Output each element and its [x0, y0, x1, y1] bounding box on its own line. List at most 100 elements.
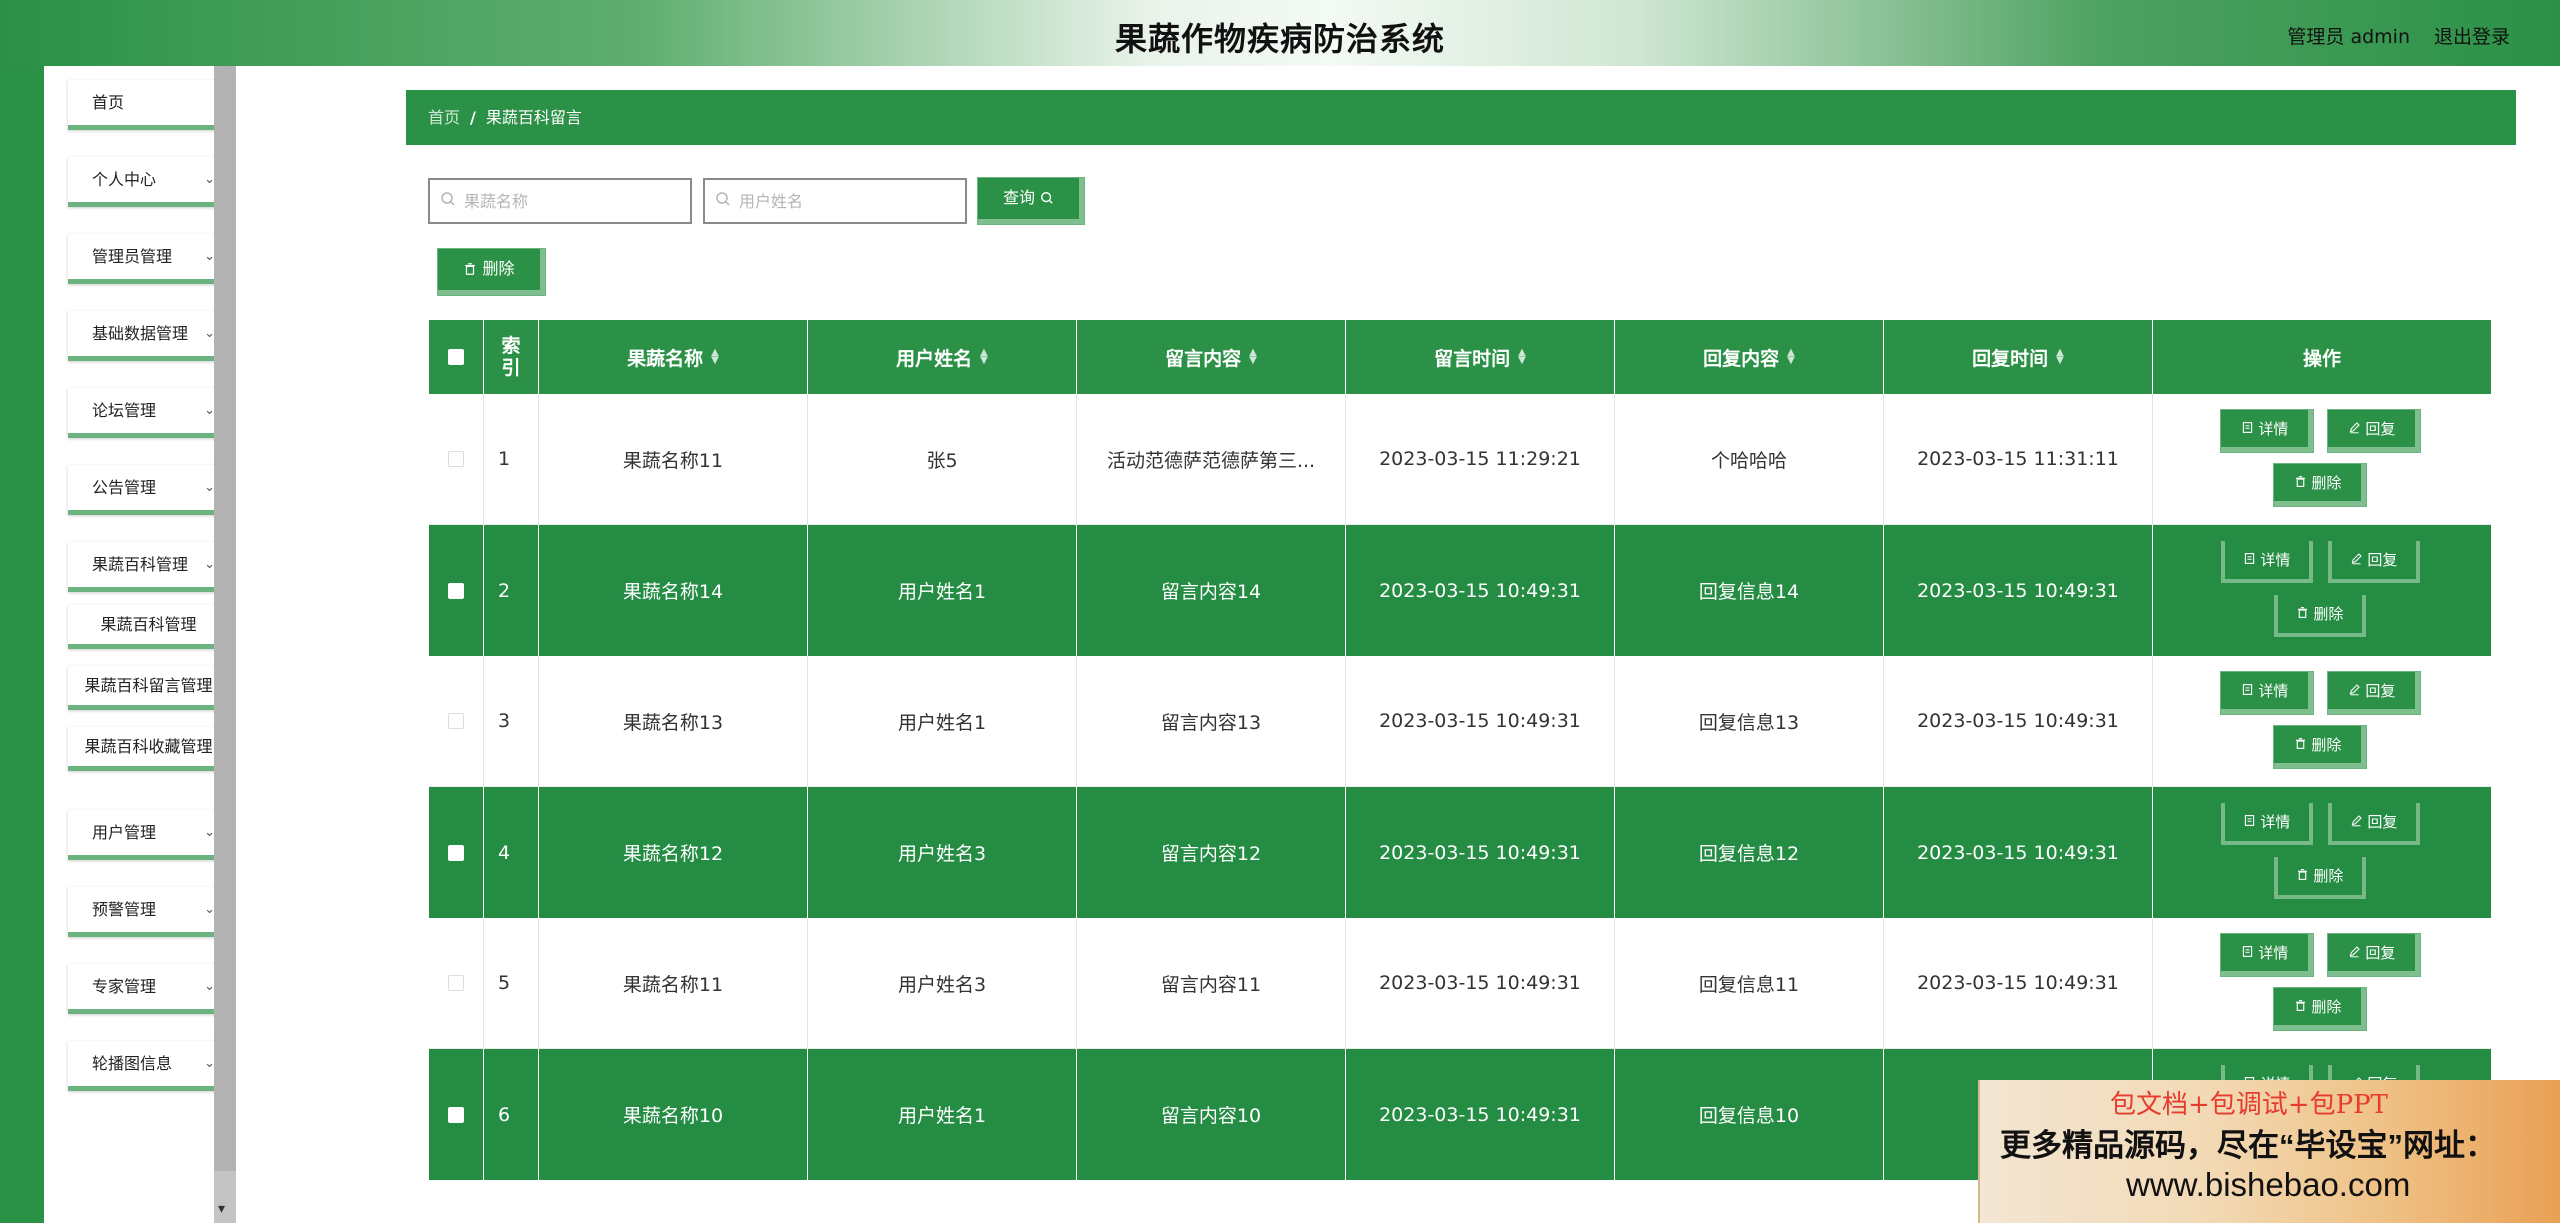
row-reply-time: 2023-03-15 10:49:31 — [1884, 918, 2153, 1049]
sidebar-subitem-encyclopedia-comments[interactable]: 果蔬百科留言管理 — [68, 666, 234, 710]
sidebar-item-personal-center[interactable]: 个人中心 ⌄ — [68, 157, 234, 207]
sidebar-item-forum[interactable]: 论坛管理 ⌄ — [68, 388, 234, 438]
trash-icon — [2295, 476, 2305, 487]
watermark-line-3: www.bishebao.com — [2126, 1166, 2411, 1203]
row-checkbox-cell — [429, 525, 484, 656]
row-content: 留言内容14 — [1077, 525, 1346, 656]
detail-button[interactable]: 详情 — [2220, 803, 2313, 845]
row-checkbox-cell — [429, 1049, 484, 1180]
delete-button[interactable]: 删除 — [2273, 595, 2366, 637]
sidebar-item-warning[interactable]: 预警管理 ⌄ — [68, 887, 234, 937]
delete-button[interactable]: 删除 — [2274, 988, 2366, 1030]
row-checkbox[interactable] — [448, 975, 464, 991]
detail-button[interactable]: 详情 — [2221, 934, 2313, 976]
select-all-checkbox[interactable] — [448, 349, 464, 365]
trash-icon — [2295, 1000, 2305, 1011]
sidebar-item-home[interactable]: 首页 — [68, 80, 234, 130]
row-fruit-name: 果蔬名称14 — [539, 525, 808, 656]
header-reply-time[interactable]: 回复时间 ▲ ▼ — [1884, 320, 2153, 394]
watermark-line-2: 更多精品源码，尽在“毕设宝”网址： — [2000, 1128, 2496, 1163]
row-reply: 回复信息14 — [1615, 525, 1884, 656]
edit-icon — [2349, 684, 2360, 696]
row-index: 6 — [484, 1049, 539, 1180]
sort-icon[interactable]: ▲ ▼ — [980, 348, 988, 366]
row-checkbox[interactable] — [448, 713, 464, 729]
reply-button[interactable]: 回复 — [2328, 410, 2420, 452]
sort-icon[interactable]: ▲ ▼ — [2056, 348, 2064, 366]
row-reply: 个哈哈哈 — [1615, 394, 1884, 525]
top-header: 果蔬作物疾病防治系统 管理员 admin 退出登录 — [0, 0, 2560, 66]
document-icon — [2242, 946, 2252, 957]
row-content: 留言内容12 — [1077, 787, 1346, 918]
reply-button[interactable]: 回复 — [2328, 934, 2420, 976]
row-reply-time: 2023-03-15 10:49:31 — [1884, 656, 2153, 787]
row-checkbox[interactable] — [448, 451, 464, 467]
detail-button[interactable]: 详情 — [2220, 541, 2313, 583]
sort-icon[interactable]: ▲ ▼ — [1249, 348, 1257, 366]
header-content[interactable]: 留言内容 ▲ ▼ — [1077, 320, 1346, 394]
fruit-name-input[interactable] — [464, 180, 686, 222]
sidebar-subitem-encyclopedia[interactable]: 果蔬百科管理 — [68, 605, 234, 649]
row-checkbox[interactable] — [448, 844, 464, 861]
detail-button[interactable]: 详情 — [2221, 410, 2313, 452]
search-icon — [716, 192, 730, 206]
query-button[interactable]: 查询 — [978, 178, 1084, 224]
header-index: 索引 — [484, 320, 539, 394]
sidebar-subitem-label: 果蔬百科收藏管理 — [84, 737, 213, 756]
sidebar-item-label: 预警管理 — [92, 900, 157, 919]
scroll-down-icon[interactable]: ▾ — [218, 1201, 225, 1217]
trash-icon — [465, 263, 476, 275]
sidebar-item-notice[interactable]: 公告管理 ⌄ — [68, 465, 234, 515]
delete-button[interactable]: 删除 — [2274, 726, 2366, 768]
edit-icon — [2351, 815, 2362, 827]
sidebar-item-admin-management[interactable]: 管理员管理 ⌄ — [68, 234, 234, 284]
sort-icon[interactable]: ▲ ▼ — [711, 348, 719, 366]
sidebar-subitem-encyclopedia-favorites[interactable]: 果蔬百科收藏管理 — [68, 727, 234, 771]
search-icon — [441, 192, 455, 206]
sort-icon[interactable]: ▲ ▼ — [1787, 348, 1795, 366]
search-icon — [1041, 192, 1053, 204]
delete-button[interactable]: 删除 — [2274, 464, 2366, 506]
header-time[interactable]: 留言时间 ▲ ▼ — [1346, 320, 1615, 394]
scrollbar-thumb[interactable] — [214, 66, 236, 1171]
row-checkbox[interactable] — [448, 582, 464, 599]
reply-button[interactable]: 回复 — [2327, 541, 2420, 583]
document-icon — [2244, 553, 2254, 564]
row-operations: 详情 回复 删除 — [2153, 787, 2492, 918]
user-name-search[interactable] — [703, 178, 967, 224]
reply-button[interactable]: 回复 — [2327, 803, 2420, 845]
header-user-name[interactable]: 用户姓名 ▲ ▼ — [808, 320, 1077, 394]
row-fruit-name: 果蔬名称12 — [539, 787, 808, 918]
sidebar-item-carousel[interactable]: 轮播图信息 ⌄ — [68, 1041, 234, 1091]
sidebar-item-users[interactable]: 用户管理 ⌄ — [68, 810, 234, 860]
sidebar-subitem-label: 果蔬百科留言管理 — [84, 676, 213, 695]
system-title: 果蔬作物疾病防治系统 — [1114, 20, 1445, 58]
detail-button[interactable]: 详情 — [2221, 672, 2313, 714]
sort-icon[interactable]: ▲ ▼ — [1518, 348, 1526, 366]
row-user-name: 用户姓名1 — [808, 525, 1077, 656]
row-user-name: 用户姓名1 — [808, 656, 1077, 787]
row-index: 4 — [484, 787, 539, 918]
header-reply[interactable]: 回复内容 ▲ ▼ — [1615, 320, 1884, 394]
header-fruit-name[interactable]: 果蔬名称 ▲ ▼ — [539, 320, 808, 394]
row-user-name: 张5 — [808, 394, 1077, 525]
row-reply: 回复信息13 — [1615, 656, 1884, 787]
sidebar-item-experts[interactable]: 专家管理 ⌄ — [68, 964, 234, 1014]
trash-icon — [2297, 869, 2307, 880]
fruit-name-search[interactable] — [428, 178, 692, 224]
row-checkbox-cell — [429, 787, 484, 918]
delete-button[interactable]: 删除 — [2273, 857, 2366, 899]
sidebar-item-base-data[interactable]: 基础数据管理 ⌄ — [68, 311, 234, 361]
batch-delete-button[interactable]: 删除 — [438, 249, 545, 295]
query-button-label: 查询 — [1002, 188, 1035, 207]
user-name-input[interactable] — [739, 180, 961, 222]
sidebar-scrollbar[interactable]: ▾ — [214, 66, 236, 1223]
row-time: 2023-03-15 10:49:31 — [1346, 656, 1615, 787]
row-operations: 详情 回复 删除 — [2153, 656, 2492, 787]
row-checkbox[interactable] — [448, 1106, 464, 1123]
reply-button[interactable]: 回复 — [2328, 672, 2420, 714]
logout-link[interactable]: 退出登录 — [2434, 22, 2510, 49]
row-checkbox-cell — [429, 394, 484, 525]
sidebar-item-encyclopedia[interactable]: 果蔬百科管理 ⌄ — [68, 542, 234, 592]
breadcrumb-home[interactable]: 首页 — [428, 108, 460, 127]
